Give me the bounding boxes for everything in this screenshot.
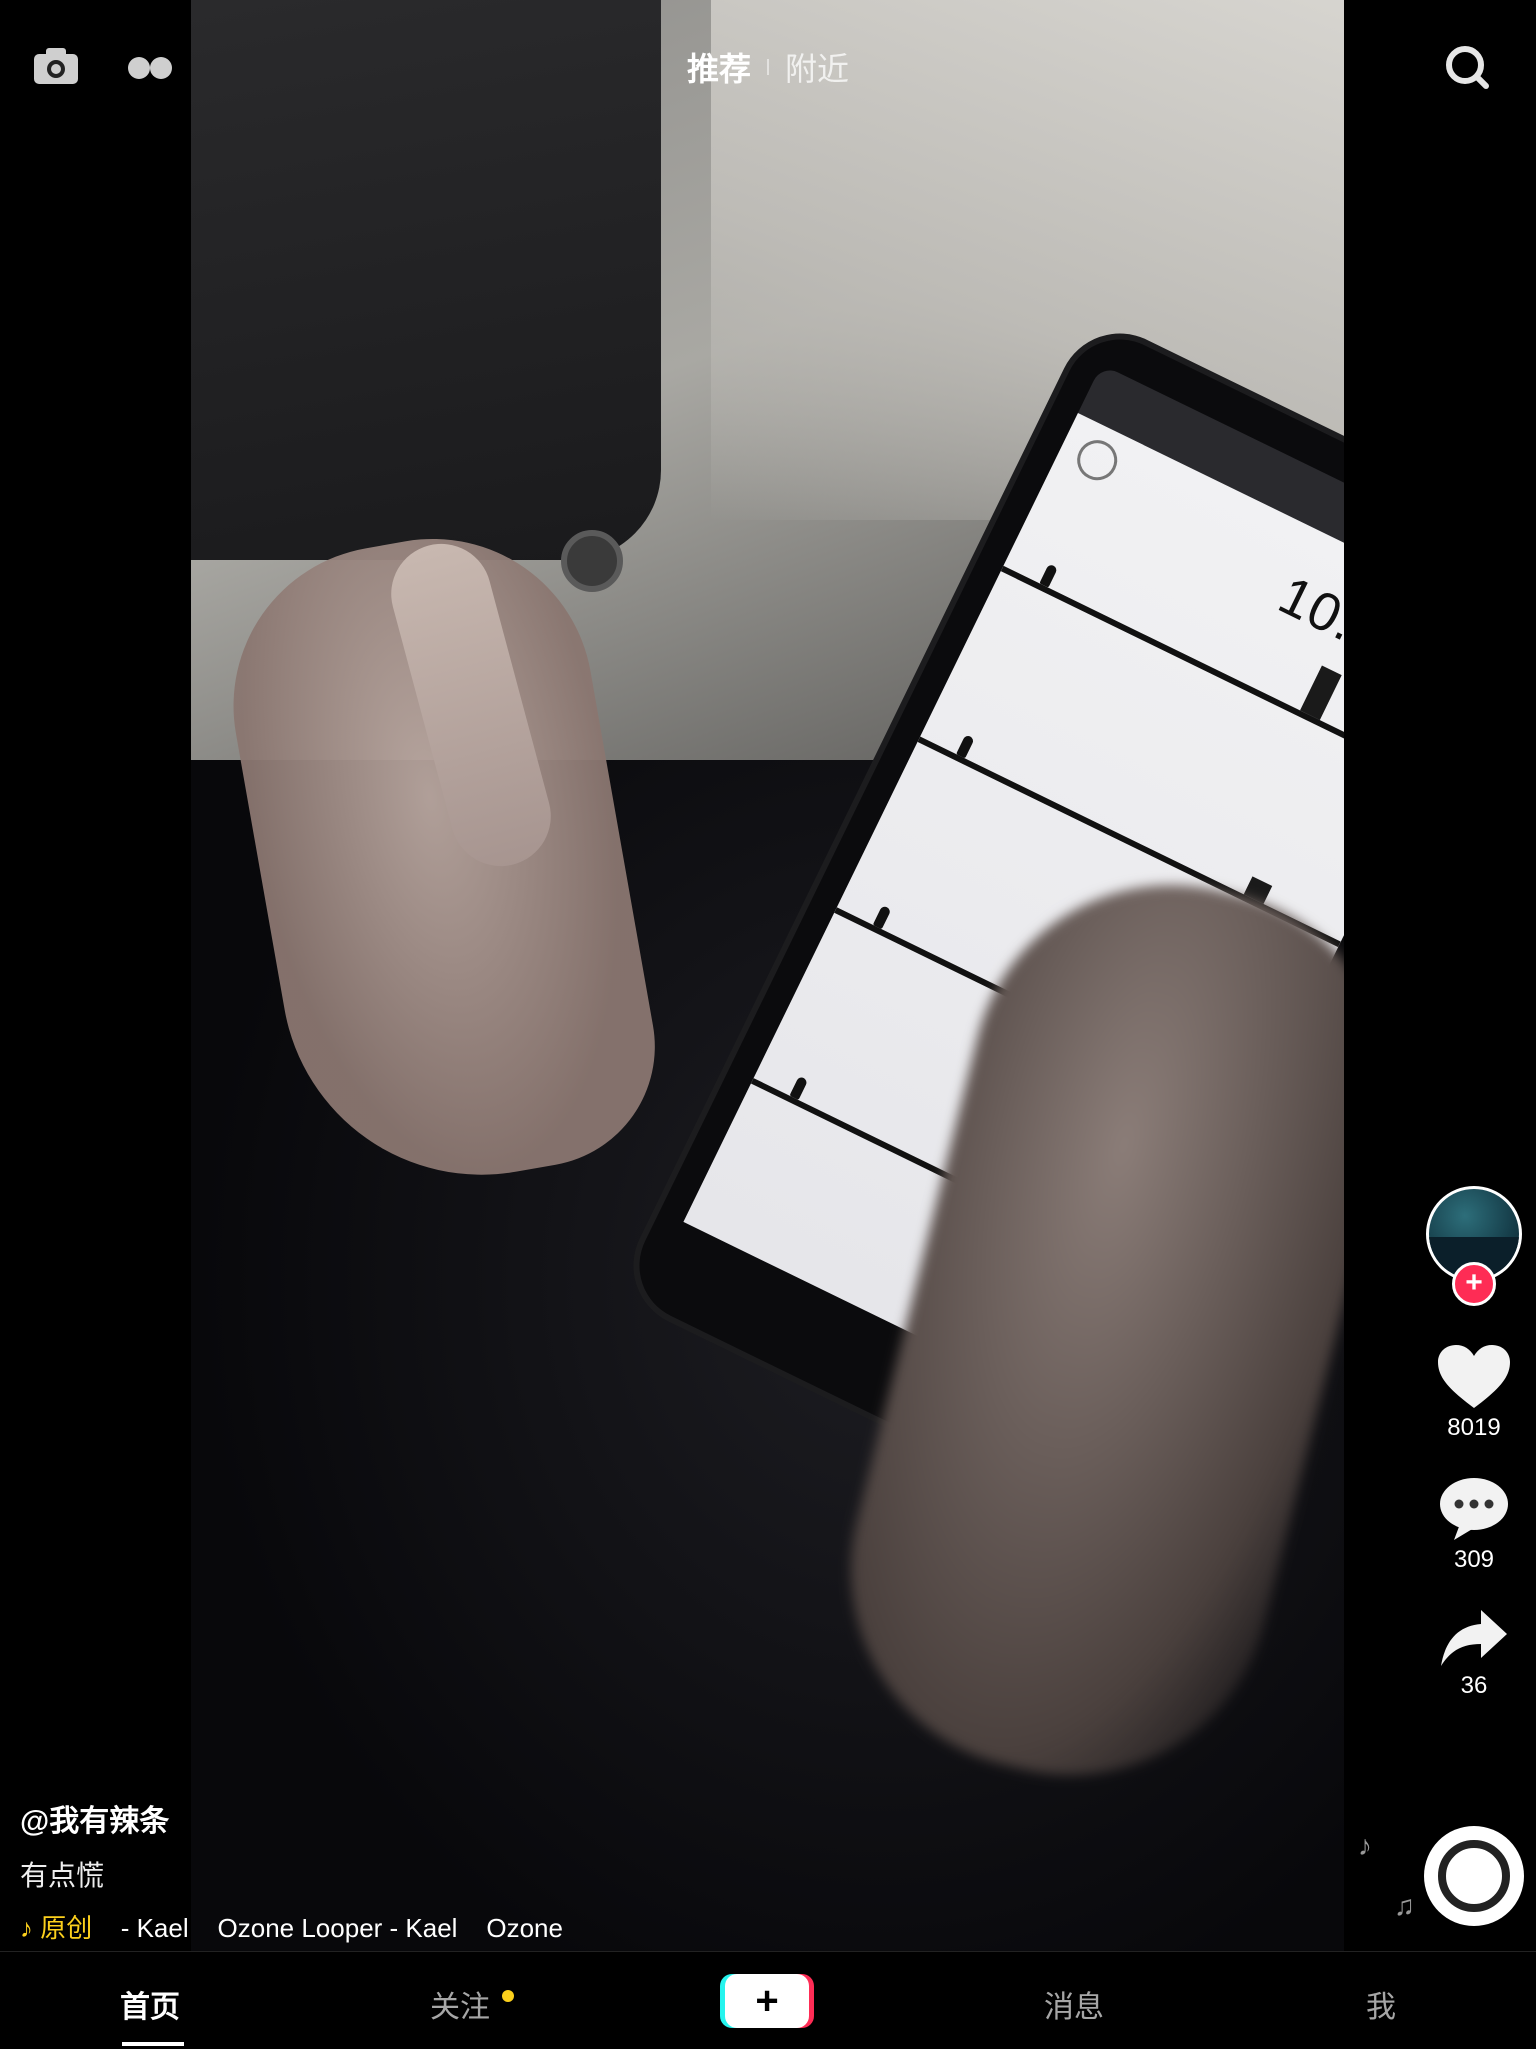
share-count: 36 bbox=[1460, 1672, 1488, 1699]
nav-home[interactable]: 首页 bbox=[120, 1982, 180, 2026]
feed-tabs: 推荐 附近 bbox=[0, 44, 1536, 90]
music-original-label: 原创 bbox=[40, 1913, 93, 1943]
game-pause-icon bbox=[1070, 433, 1124, 487]
tab-divider bbox=[767, 59, 769, 75]
video-player[interactable]: 10.523" bbox=[191, 0, 1344, 2048]
video-info: @我有辣条 有点慌 ♪ 原创 - Kael Ozone Looper - Kae… bbox=[20, 1796, 640, 1945]
comment-button[interactable]: 309 bbox=[1422, 1476, 1526, 1574]
share-button[interactable]: 36 bbox=[1422, 1608, 1526, 1700]
game-obstacle bbox=[1300, 665, 1342, 721]
video-caption: 有点慌 bbox=[20, 1860, 105, 1891]
plus-icon: + bbox=[755, 1979, 779, 2023]
like-button[interactable]: 8019 bbox=[1422, 1344, 1526, 1442]
music-marquee[interactable]: ♪ 原创 - Kael Ozone Looper - Kael Ozone bbox=[20, 1908, 615, 1945]
music-disc-icon[interactable] bbox=[1424, 1826, 1524, 1926]
create-button[interactable]: + bbox=[725, 1974, 809, 2028]
nav-follow[interactable]: 关注 bbox=[430, 1982, 490, 2026]
comment-icon bbox=[1440, 1478, 1508, 1540]
game-runner bbox=[956, 734, 975, 759]
music-note-icon: ♪ bbox=[20, 1913, 33, 1943]
action-column: + 8019 309 36 bbox=[1422, 1186, 1526, 1700]
nav-messages[interactable]: 消息 bbox=[1044, 1982, 1104, 2026]
luggage-wheel bbox=[561, 530, 623, 592]
tab-nearby[interactable]: 附近 bbox=[785, 44, 849, 90]
bottom-nav: 首页 关注 + 消息 我 bbox=[0, 1951, 1536, 2049]
tab-recommend[interactable]: 推荐 bbox=[687, 44, 751, 90]
nav-home-indicator bbox=[122, 2042, 184, 2046]
music-note-icon: ♪ bbox=[1358, 1830, 1372, 1861]
author-name[interactable]: @我有辣条 bbox=[20, 1796, 640, 1840]
comment-count: 309 bbox=[1453, 1546, 1495, 1573]
search-icon[interactable] bbox=[1444, 44, 1490, 90]
share-icon bbox=[1441, 1610, 1507, 1666]
game-runner bbox=[872, 905, 892, 930]
like-count: 8019 bbox=[1447, 1414, 1501, 1441]
music-note-icon: ♫ bbox=[1394, 1890, 1415, 1921]
follow-plus-button[interactable]: + bbox=[1452, 1262, 1496, 1306]
music-title: - Kael Ozone Looper - Kael Ozone bbox=[113, 1913, 563, 1943]
game-runner bbox=[1039, 563, 1059, 588]
nav-me[interactable]: 我 bbox=[1366, 1982, 1396, 2026]
follow-notification-dot bbox=[502, 1990, 514, 2002]
music-disc-inner bbox=[1438, 1840, 1510, 1912]
game-runner bbox=[789, 1075, 809, 1100]
top-bar: 推荐 附近 bbox=[0, 0, 1536, 130]
heart-icon bbox=[1438, 1345, 1510, 1408]
